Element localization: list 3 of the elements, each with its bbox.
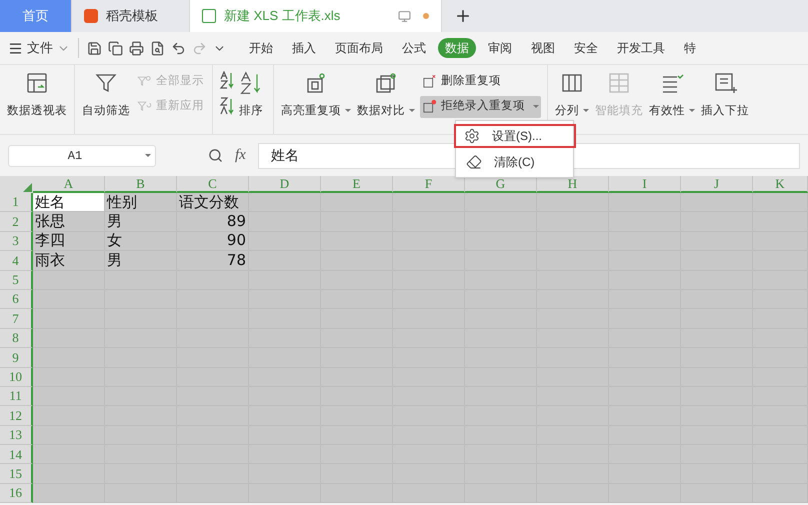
tab-label: 新建 XLS 工作表.xls [224,7,340,26]
tab-label: 首页 [22,7,48,26]
tab-label: 稻壳模板 [106,7,158,26]
